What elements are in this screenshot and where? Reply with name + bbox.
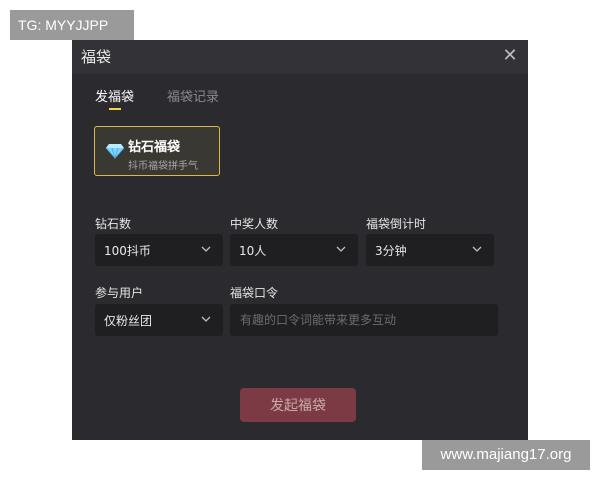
chevron-down-icon (201, 316, 211, 322)
watermark-top: TG: MYYJJPP (10, 10, 134, 40)
chevron-down-icon (201, 246, 211, 252)
password-input[interactable] (230, 304, 498, 336)
active-tab-indicator (109, 108, 121, 110)
diamonds-label: 钻石数 (95, 217, 132, 231)
countdown-label: 福袋倒计时 (366, 217, 427, 231)
chevron-down-icon (336, 246, 346, 252)
participants-label: 参与用户 (95, 286, 144, 300)
diamonds-value: 100抖币 (104, 244, 151, 258)
winners-label: 中奖人数 (230, 217, 279, 231)
diamonds-select[interactable]: 100抖币 (95, 234, 223, 266)
dialog-titlebar: 福袋 ✕ (72, 40, 528, 74)
lucky-bag-dialog: 福袋 ✕ 发福袋 福袋记录 钻石福袋 抖币福袋拼手气 钻石数 中奖人数 福袋倒计… (72, 40, 528, 440)
tab-send-lucky-bag[interactable]: 发福袋 (95, 86, 134, 105)
gift-option-subtitle: 抖币福袋拼手气 (128, 161, 198, 172)
participants-value: 仅粉丝团 (104, 314, 153, 328)
countdown-select[interactable]: 3分钟 (366, 234, 494, 266)
close-icon[interactable]: ✕ (500, 46, 520, 66)
dialog-title: 福袋 (81, 48, 112, 66)
watermark-bottom: www.majiang17.org (422, 440, 590, 470)
participants-select[interactable]: 仅粉丝团 (95, 304, 223, 336)
password-label: 福袋口令 (230, 286, 279, 300)
countdown-value: 3分钟 (375, 244, 407, 258)
diamond-icon (105, 144, 125, 159)
diamond-lucky-bag-option[interactable]: 钻石福袋 抖币福袋拼手气 (94, 126, 220, 176)
gift-option-title: 钻石福袋 (128, 140, 181, 155)
chevron-down-icon (472, 246, 482, 252)
winners-select[interactable]: 10人 (230, 234, 358, 266)
winners-value: 10人 (239, 244, 267, 258)
start-lucky-bag-button[interactable]: 发起福袋 (240, 388, 356, 422)
tab-lucky-bag-records[interactable]: 福袋记录 (167, 86, 219, 105)
